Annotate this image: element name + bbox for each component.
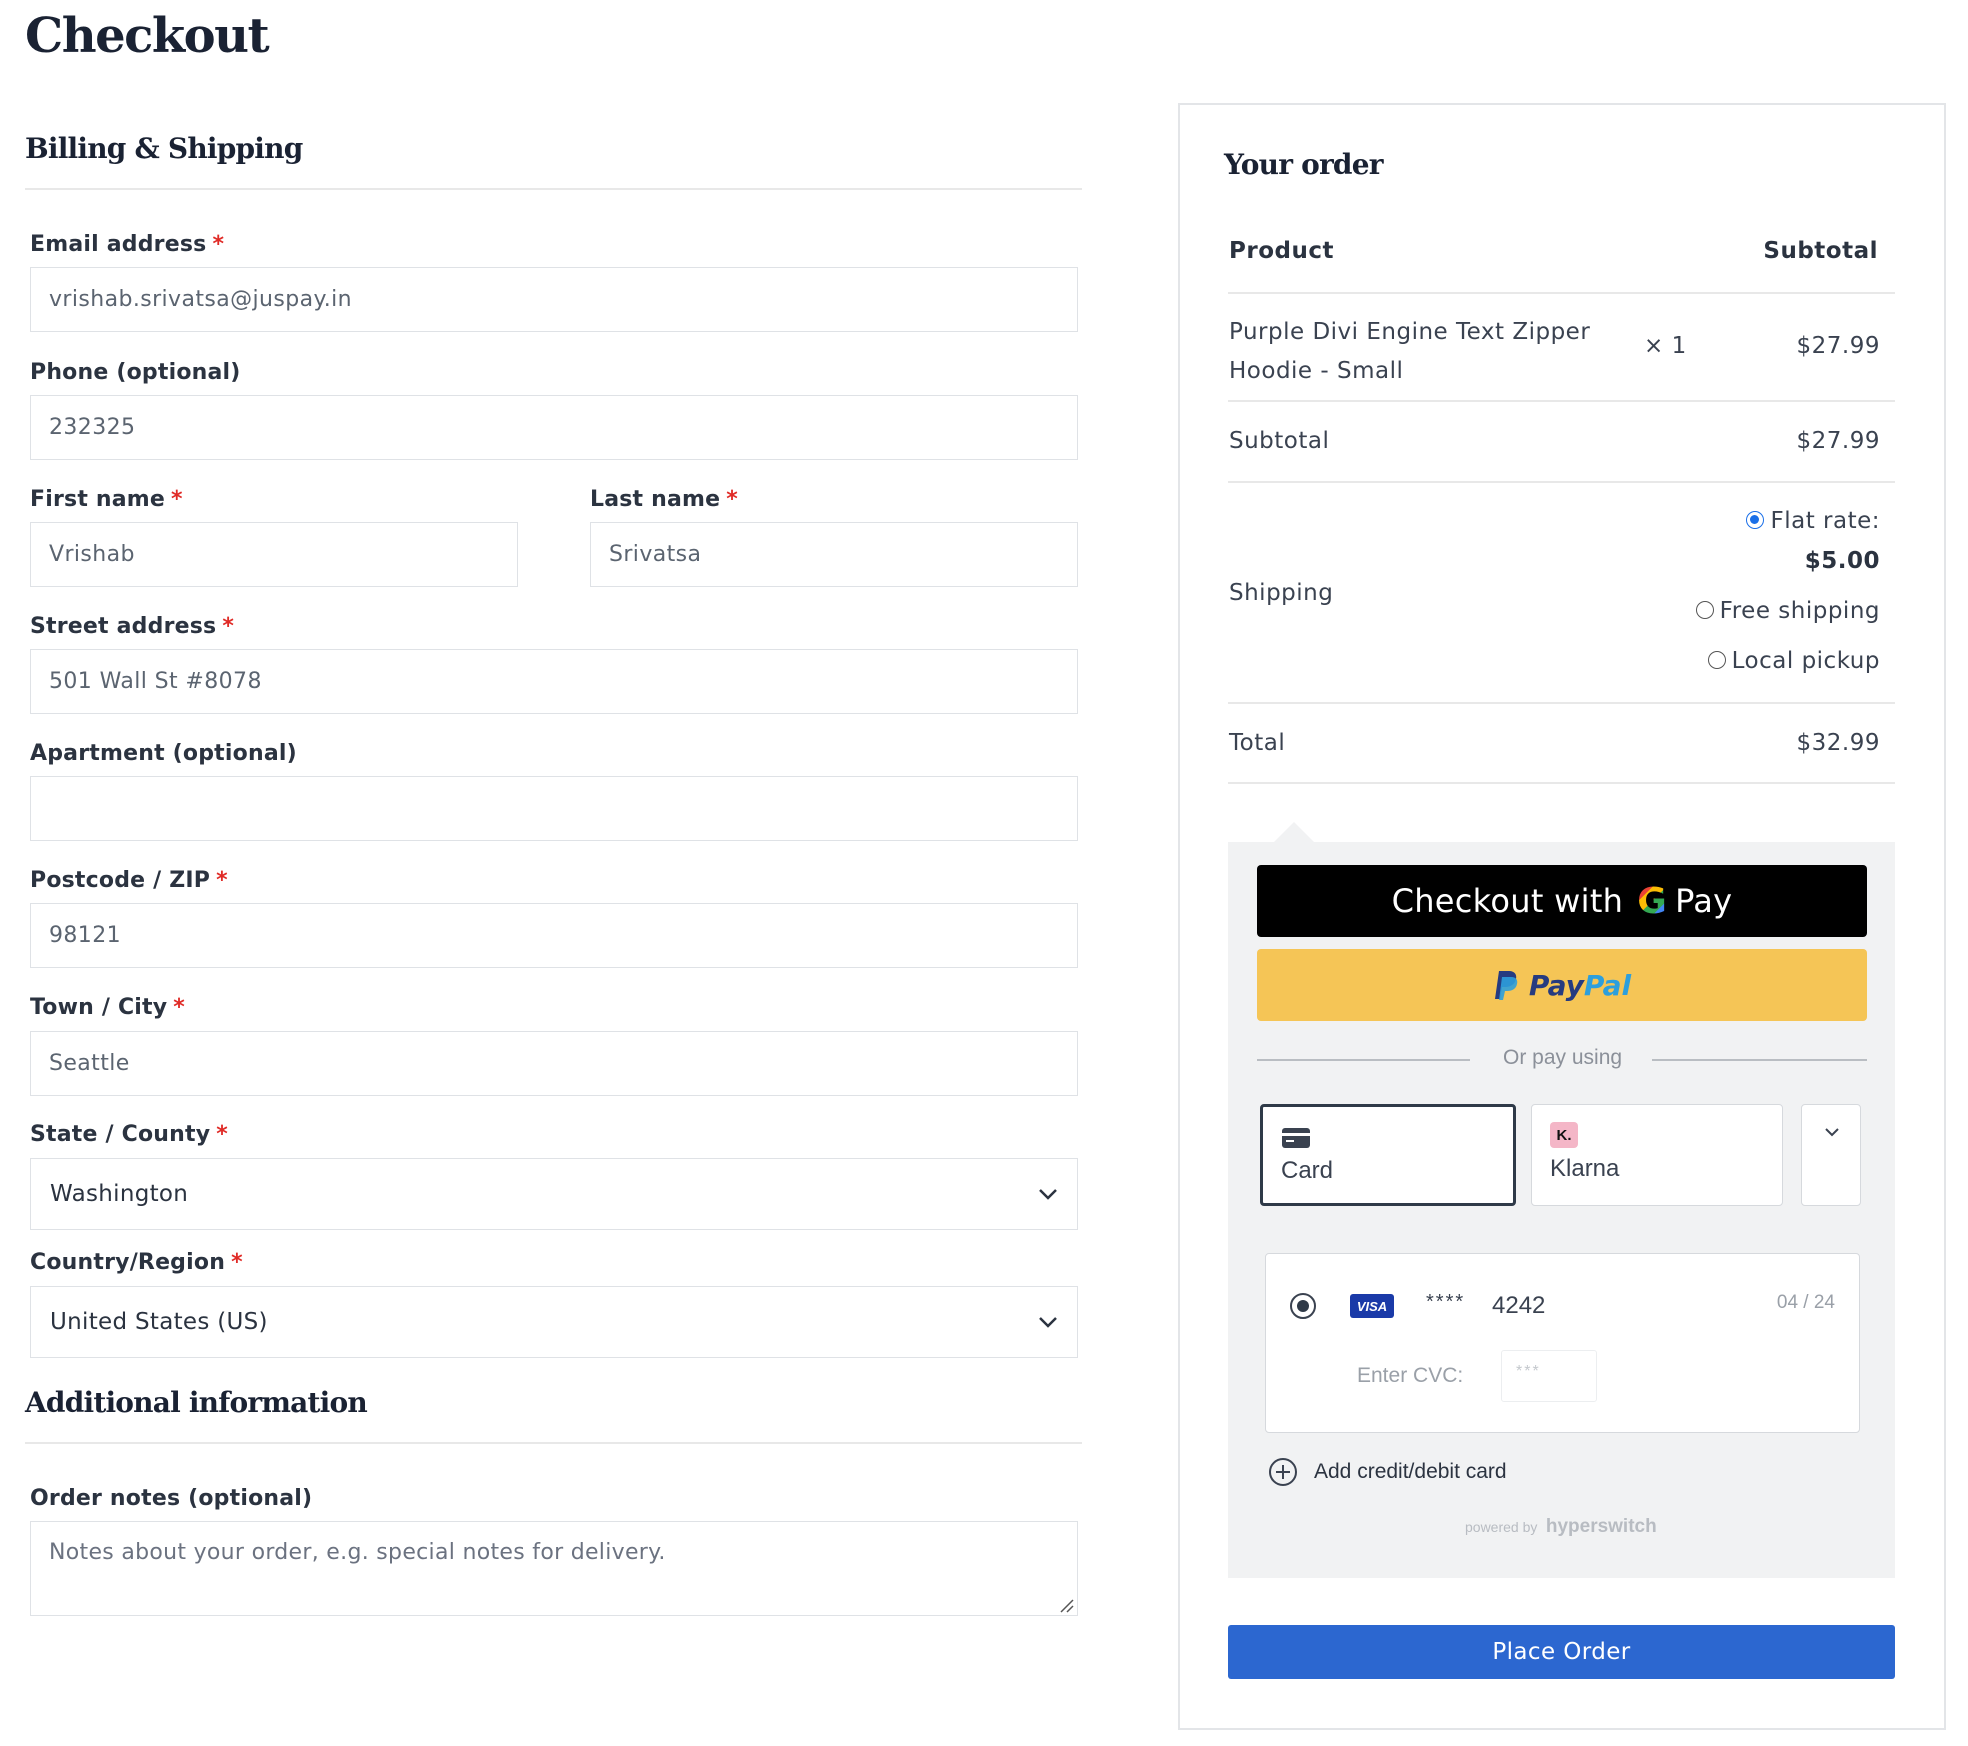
radio-icon[interactable] bbox=[1695, 600, 1714, 619]
postcode-field[interactable]: 98121 bbox=[30, 903, 1078, 968]
state-value: Washington bbox=[50, 1181, 189, 1207]
additional-section-title: Additional information bbox=[25, 1386, 368, 1419]
street-field[interactable]: 501 Wall St #8078 bbox=[30, 649, 1078, 714]
shipping-label: Shipping bbox=[1229, 580, 1334, 606]
divider bbox=[1652, 1059, 1867, 1061]
radio-checked-icon[interactable] bbox=[1746, 510, 1765, 529]
email-field[interactable]: vrishab.srivatsa@juspay.in bbox=[30, 267, 1078, 332]
apartment-field[interactable] bbox=[30, 776, 1078, 841]
postcode-label: Postcode / ZIP * bbox=[30, 868, 228, 893]
or-pay-using-label: Or pay using bbox=[1503, 1046, 1623, 1069]
divider bbox=[1228, 481, 1895, 483]
saved-card-radio[interactable] bbox=[1290, 1293, 1316, 1319]
phone-field[interactable]: 232325 bbox=[30, 395, 1078, 460]
paypal-icon bbox=[1494, 971, 1518, 1000]
chevron-down-icon bbox=[1825, 1128, 1839, 1137]
place-order-button[interactable]: Place Order bbox=[1228, 1625, 1895, 1679]
card-mask: **** bbox=[1426, 1291, 1466, 1313]
gpay-button[interactable]: Checkout with G Pay bbox=[1257, 865, 1867, 937]
country-value: United States (US) bbox=[50, 1309, 268, 1335]
divider bbox=[1228, 292, 1895, 294]
first-name-field[interactable]: Vrishab bbox=[30, 522, 518, 587]
email-label: Email address * bbox=[30, 232, 225, 257]
cvc-label: Enter CVC: bbox=[1357, 1364, 1464, 1387]
line-item-price: $27.99 bbox=[1796, 333, 1880, 359]
page-title: Checkout bbox=[25, 8, 270, 64]
apartment-label: Apartment (optional) bbox=[30, 741, 297, 766]
phone-label: Phone (optional) bbox=[30, 360, 241, 385]
order-title: Your order bbox=[1224, 148, 1383, 181]
order-notes-field[interactable]: Notes about your order, e.g. special not… bbox=[30, 1521, 1078, 1616]
gpay-pay-text: Pay bbox=[1675, 882, 1733, 920]
add-card-button[interactable]: Add credit/debit card bbox=[1268, 1457, 1507, 1487]
add-circle-icon bbox=[1269, 1458, 1297, 1486]
credit-card-icon bbox=[1282, 1128, 1310, 1148]
google-g-icon: G bbox=[1637, 880, 1668, 922]
last-name-label: Last name * bbox=[590, 487, 739, 512]
card-expiry: 04 / 24 bbox=[1776, 1292, 1835, 1313]
saved-card[interactable]: VISA **** 4242 04 / 24 Enter CVC: *** bbox=[1265, 1253, 1860, 1433]
shipping-option-free[interactable]: Free shipping bbox=[1695, 598, 1880, 624]
payment-method-card[interactable]: Card bbox=[1260, 1104, 1516, 1206]
chevron-down-icon bbox=[1039, 1317, 1057, 1328]
divider bbox=[1228, 400, 1895, 402]
divider bbox=[1257, 1059, 1470, 1061]
radio-icon[interactable] bbox=[1707, 650, 1726, 669]
panel-notch bbox=[1274, 822, 1314, 842]
powered-by: powered by hyperswitch bbox=[1465, 1516, 1657, 1537]
divider bbox=[25, 1442, 1082, 1444]
more-methods-dropdown[interactable] bbox=[1801, 1104, 1861, 1206]
chevron-down-icon bbox=[1039, 1189, 1057, 1200]
subtotal-value: $27.99 bbox=[1796, 428, 1880, 454]
resize-handle-icon[interactable] bbox=[1059, 1598, 1075, 1614]
order-notes-label: Order notes (optional) bbox=[30, 1486, 313, 1511]
payment-method-klarna-label: Klarna bbox=[1550, 1155, 1620, 1182]
street-label: Street address * bbox=[30, 614, 235, 639]
gpay-label: Checkout with bbox=[1391, 882, 1624, 920]
line-item-qty: × 1 bbox=[1644, 333, 1687, 359]
billing-section-title: Billing & Shipping bbox=[25, 132, 303, 165]
divider bbox=[1228, 702, 1895, 704]
divider bbox=[1228, 782, 1895, 784]
state-label: State / County * bbox=[30, 1122, 228, 1147]
card-last4: 4242 bbox=[1492, 1292, 1546, 1319]
flat-rate-price: $5.00 bbox=[1804, 548, 1880, 574]
cvc-input[interactable]: *** bbox=[1501, 1350, 1597, 1402]
total-value: $32.99 bbox=[1796, 730, 1880, 756]
shipping-option-flat-rate[interactable]: Flat rate: bbox=[1746, 508, 1880, 534]
state-select[interactable]: Washington bbox=[30, 1158, 1078, 1230]
line-item-name: Purple Divi Engine Text Zipper Hoodie - S… bbox=[1229, 319, 1591, 384]
hyperswitch-logo: hyperswitch bbox=[1545, 1516, 1657, 1537]
payment-method-klarna[interactable]: K. Klarna bbox=[1531, 1104, 1783, 1206]
product-column-header: Product bbox=[1229, 238, 1334, 264]
visa-icon: VISA bbox=[1350, 1294, 1394, 1318]
shipping-option-pickup[interactable]: Local pickup bbox=[1707, 648, 1880, 674]
payment-method-card-label: Card bbox=[1281, 1157, 1334, 1184]
country-select[interactable]: United States (US) bbox=[30, 1286, 1078, 1358]
divider bbox=[25, 188, 1082, 190]
add-card-label: Add credit/debit card bbox=[1314, 1460, 1507, 1483]
subtotal-column-header: Subtotal bbox=[1763, 238, 1878, 264]
paypal-text-b: Pal bbox=[1583, 968, 1632, 1002]
klarna-icon: K. bbox=[1550, 1122, 1578, 1148]
country-label: Country/Region * bbox=[30, 1250, 243, 1275]
subtotal-label: Subtotal bbox=[1229, 428, 1330, 454]
city-label: Town / City * bbox=[30, 995, 186, 1020]
last-name-field[interactable]: Srivatsa bbox=[590, 522, 1078, 587]
paypal-text-a: Pay bbox=[1528, 968, 1584, 1002]
total-label: Total bbox=[1229, 730, 1286, 756]
paypal-button[interactable]: Pay Pal bbox=[1257, 949, 1867, 1021]
first-name-label: First name * bbox=[30, 487, 183, 512]
city-field[interactable]: Seattle bbox=[30, 1031, 1078, 1096]
